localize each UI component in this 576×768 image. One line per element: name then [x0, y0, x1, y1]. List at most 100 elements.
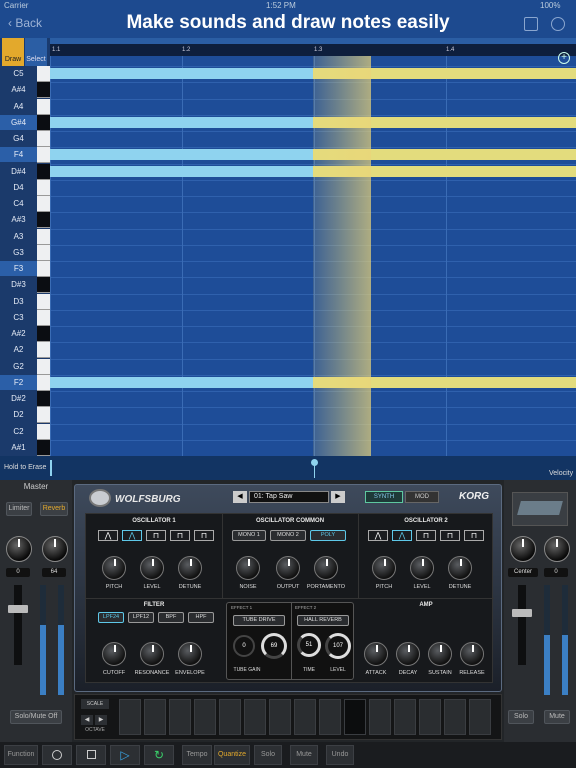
reverb-button[interactable]: Reverb	[40, 502, 68, 516]
prev-preset-button[interactable]: ◀	[233, 491, 247, 503]
keyboard-pad[interactable]	[369, 699, 391, 735]
effect1-type-button[interactable]: TUBE DRIVE	[233, 615, 285, 626]
draw-tool-button[interactable]: Draw	[2, 38, 24, 66]
lpf24-button[interactable]: LPF24	[98, 612, 124, 623]
envelope-knob[interactable]	[178, 642, 202, 666]
keyboard-pad[interactable]	[144, 699, 166, 735]
piano-key[interactable]	[37, 261, 50, 277]
limiter-button[interactable]: Limiter	[6, 502, 32, 516]
piano-key[interactable]	[37, 179, 50, 196]
pan-knob[interactable]	[510, 536, 536, 562]
midi-note[interactable]	[50, 165, 313, 177]
piano-key[interactable]	[37, 309, 50, 326]
mono1-mode-button[interactable]: MONO 1	[232, 530, 266, 541]
saw-wave-icon[interactable]: ⋀	[98, 530, 118, 541]
output-knob[interactable]	[276, 556, 300, 580]
keyboard-pad[interactable]	[419, 699, 441, 735]
instrument-thumbnail[interactable]	[512, 492, 568, 526]
preset-display[interactable]: 01: Tap Saw	[249, 491, 329, 503]
piano-keyboard[interactable]: C5 A#4 A4 G#4 G4 F4 D#4 D4 C4 A#3 A3 G3 F3 D#3 D3 C3 A#2…	[0, 66, 50, 456]
master-volume-knob[interactable]	[6, 536, 32, 562]
keyboard-pad[interactable]	[344, 699, 366, 735]
resonance-knob[interactable]	[140, 642, 164, 666]
piano-key[interactable]	[37, 82, 50, 99]
piano-key[interactable]	[37, 326, 50, 342]
piano-key[interactable]	[37, 358, 50, 375]
piano-key[interactable]	[37, 244, 50, 261]
send-knob[interactable]	[544, 536, 570, 562]
osc2-detune-knob[interactable]	[448, 556, 472, 580]
mono2-mode-button[interactable]: MONO 2	[270, 530, 306, 541]
pulse-wave-icon[interactable]: ⊓	[170, 530, 190, 541]
mod-tab[interactable]: MOD	[405, 491, 439, 503]
piano-key[interactable]	[37, 277, 50, 294]
attack-knob[interactable]	[364, 642, 388, 666]
timeline-ruler[interactable]: 1.1 1.2 1.3 1.4	[50, 44, 576, 56]
quantize-button[interactable]: Quantize	[214, 745, 250, 765]
saw-wave-icon[interactable]: ⋀	[368, 530, 388, 541]
add-icon[interactable]: +	[558, 52, 570, 64]
sustain-knob[interactable]	[428, 642, 452, 666]
tube-gain-dial[interactable]: 0	[233, 635, 255, 657]
decay-knob[interactable]	[396, 642, 420, 666]
function-button[interactable]: Function	[4, 745, 38, 765]
solo-toolbar-button[interactable]: Solo	[254, 745, 282, 765]
cutoff-knob[interactable]	[102, 642, 126, 666]
piano-key[interactable]	[37, 114, 50, 131]
piano-key[interactable]	[37, 66, 50, 82]
keyboard-pad[interactable]	[319, 699, 341, 735]
osc2-level-knob[interactable]	[410, 556, 434, 580]
piano-key[interactable]	[37, 293, 50, 310]
hpf-button[interactable]: HPF	[188, 612, 214, 623]
octave-up-button[interactable]: ▶	[95, 715, 107, 725]
piano-key[interactable]	[37, 228, 50, 245]
portamento-knob[interactable]	[314, 556, 338, 580]
piano-key[interactable]	[37, 147, 50, 164]
channel-fader[interactable]	[512, 585, 532, 665]
keyboard-pad[interactable]	[194, 699, 216, 735]
play-button[interactable]: ▷	[110, 745, 140, 765]
reverb-time-dial[interactable]: 51	[297, 633, 321, 657]
tube-drive-dial[interactable]: 69	[261, 633, 287, 659]
osc1-pitch-knob[interactable]	[102, 556, 126, 580]
release-knob[interactable]	[460, 642, 484, 666]
solo-mute-off-button[interactable]: Solo/Mute Off	[10, 710, 62, 724]
piano-key[interactable]	[37, 407, 50, 424]
mute-button[interactable]: Mute	[544, 710, 570, 724]
keyboard-pad[interactable]	[294, 699, 316, 735]
reverb-level-dial[interactable]: 107	[325, 633, 351, 659]
undo-button[interactable]: Undo	[326, 745, 354, 765]
keyboard-pad[interactable]	[219, 699, 241, 735]
keyboard-pad[interactable]	[169, 699, 191, 735]
loop-button[interactable]: ↻	[144, 745, 174, 765]
piano-key[interactable]	[37, 212, 50, 229]
reverb-amount-knob[interactable]	[42, 536, 68, 562]
keyboard-pad[interactable]	[119, 699, 141, 735]
stop-button[interactable]	[76, 745, 106, 765]
keyboard-pad[interactable]	[269, 699, 291, 735]
square-wave-icon[interactable]: ⊓	[416, 530, 436, 541]
midi-note[interactable]	[50, 68, 313, 79]
next-preset-button[interactable]: ▶	[331, 491, 345, 503]
select-tool-button[interactable]: Select	[25, 38, 47, 66]
back-button[interactable]: ‹ Back	[8, 16, 42, 30]
help-icon[interactable]	[551, 17, 565, 31]
keyboard-pad[interactable]	[244, 699, 266, 735]
midi-note[interactable]	[50, 376, 313, 388]
velocity-lane[interactable]: Hold to Erase Velocity	[0, 456, 576, 480]
piano-key[interactable]	[37, 163, 50, 180]
record-button[interactable]	[42, 745, 72, 765]
piano-key[interactable]	[37, 131, 50, 147]
mute-toolbar-button[interactable]: Mute	[290, 745, 318, 765]
octave-down-button[interactable]: ◀	[81, 715, 93, 725]
piano-key[interactable]	[37, 391, 50, 407]
keyboard-pad[interactable]	[394, 699, 416, 735]
synth-tab[interactable]: SYNTH	[365, 491, 403, 503]
piano-key[interactable]	[37, 423, 50, 440]
scale-button[interactable]: SCALE	[81, 699, 109, 709]
piano-key[interactable]	[37, 439, 50, 456]
midi-note[interactable]	[50, 116, 313, 128]
noise-knob[interactable]	[236, 556, 260, 580]
keyboard-pad[interactable]	[444, 699, 466, 735]
keyboard-pad[interactable]	[469, 699, 491, 735]
